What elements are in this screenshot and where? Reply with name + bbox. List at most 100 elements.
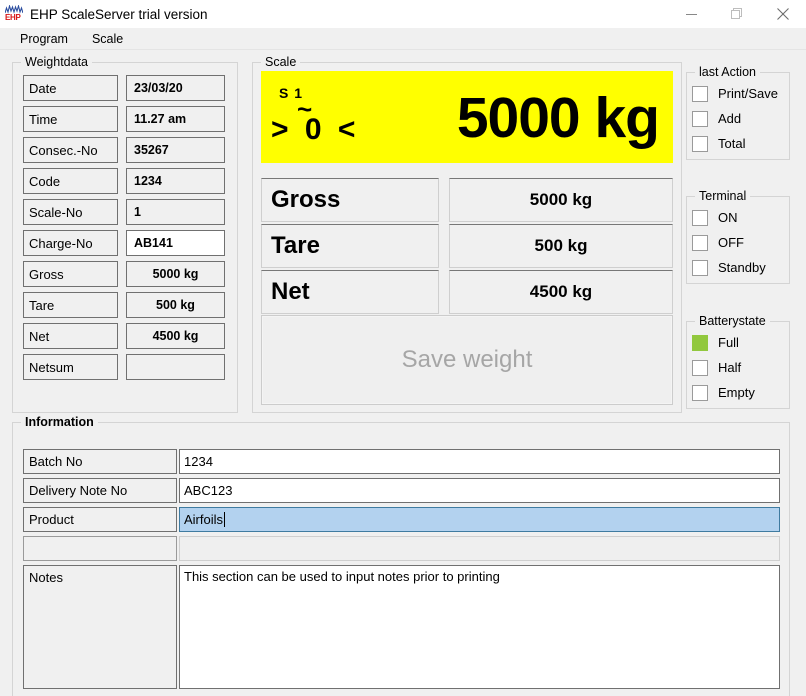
batterystate-legend: Batterystate bbox=[695, 314, 770, 328]
information-label-batch-no: Batch No bbox=[23, 449, 177, 474]
notes-textarea[interactable]: This section can be used to input notes … bbox=[179, 565, 780, 689]
weightdata-value-consec-no: 35267 bbox=[126, 137, 225, 163]
minimize-icon[interactable] bbox=[668, 0, 714, 28]
scale-legend: Scale bbox=[261, 55, 301, 69]
information-group: Information Batch No 1234 Delivery Note … bbox=[12, 415, 790, 696]
weightdata-value-code: 1234 bbox=[126, 168, 225, 194]
weightdata-row-date: Date 23/03/20 bbox=[13, 75, 237, 101]
maximize-icon[interactable] bbox=[714, 0, 760, 28]
weightdata-legend: Weightdata bbox=[21, 55, 93, 69]
scale-value-tare: 500 kg bbox=[449, 224, 673, 268]
ehp-logo-icon: EHP bbox=[5, 5, 23, 23]
weightdata-label-charge-no: Charge-No bbox=[23, 230, 118, 256]
title-bar: EHP EHP ScaleServer trial version bbox=[0, 0, 806, 28]
weightdata-value-date: 23/03/20 bbox=[126, 75, 225, 101]
batterystate-item-empty[interactable]: Empty bbox=[692, 381, 755, 404]
text-cursor bbox=[224, 512, 226, 527]
checkbox-icon bbox=[692, 359, 708, 376]
delivery-note-no-input[interactable]: ABC123 bbox=[179, 478, 780, 503]
batterystate-label-full: Full bbox=[718, 335, 739, 350]
close-icon[interactable] bbox=[760, 0, 806, 28]
batterystate-group: Batterystate Full Half Empty bbox=[686, 314, 790, 409]
weightdata-row-charge-no: Charge-No AB141 bbox=[13, 230, 237, 256]
scale-value-net: 4500 kg bbox=[449, 270, 673, 314]
scale-row-tare: Tare 500 kg bbox=[253, 224, 681, 268]
ehp-logo-text: EHP bbox=[5, 13, 21, 22]
information-legend: Information bbox=[21, 415, 98, 429]
last-action-label-add: Add bbox=[718, 111, 742, 126]
weightdata-value-scale-no: 1 bbox=[126, 199, 225, 225]
status-indicator-icon bbox=[692, 334, 708, 351]
last-action-legend: last Action bbox=[695, 65, 760, 79]
last-action-label-total: Total bbox=[718, 136, 746, 151]
weightdata-value-netsum bbox=[126, 354, 225, 380]
checkbox-icon[interactable] bbox=[692, 110, 708, 127]
scale-group: Scale S 1 ~ > 0 < 5000 kg Gross 5000 kg … bbox=[252, 55, 682, 413]
weightdata-label-gross: Gross bbox=[23, 261, 118, 287]
window-title: EHP ScaleServer trial version bbox=[30, 6, 208, 22]
save-weight-button[interactable]: Save weight bbox=[261, 315, 673, 405]
terminal-item-standby[interactable]: Standby bbox=[692, 256, 766, 279]
weightdata-row-tare: Tare 500 kg bbox=[13, 292, 237, 318]
weightdata-label-tare: Tare bbox=[23, 292, 118, 318]
terminal-legend: Terminal bbox=[695, 189, 751, 203]
menu-item-program[interactable]: Program bbox=[11, 30, 77, 48]
weightdata-value-tare: 500 kg bbox=[126, 292, 225, 318]
menu-bar: Program Scale bbox=[0, 28, 806, 50]
scale-label-tare: Tare bbox=[261, 224, 439, 268]
checkbox-icon[interactable] bbox=[692, 209, 708, 226]
weightdata-group: Weightdata Date 23/03/20 Time 11.27 am C… bbox=[12, 55, 238, 413]
last-action-item-add[interactable]: Add bbox=[692, 107, 741, 130]
weightdata-value-charge-no[interactable]: AB141 bbox=[126, 230, 225, 256]
product-input[interactable]: Airfoils bbox=[179, 507, 780, 532]
terminal-group: Terminal ON OFF Standby bbox=[686, 189, 790, 284]
weightdata-row-consec-no: Consec.-No 35267 bbox=[13, 137, 237, 163]
window-controls bbox=[668, 0, 806, 28]
batterystate-label-empty: Empty bbox=[718, 385, 755, 400]
weightdata-label-scale-no: Scale-No bbox=[23, 199, 118, 225]
weightdata-label-net: Net bbox=[23, 323, 118, 349]
checkbox-icon[interactable] bbox=[692, 135, 708, 152]
weightdata-label-time: Time bbox=[23, 106, 118, 132]
weightdata-row-netsum: Netsum bbox=[13, 354, 237, 380]
weightdata-row-gross: Gross 5000 kg bbox=[13, 261, 237, 287]
weightdata-row-code: Code 1234 bbox=[13, 168, 237, 194]
scale-zero-indicator: > 0 < bbox=[271, 113, 360, 146]
information-label-blank bbox=[23, 536, 177, 561]
checkbox-icon[interactable] bbox=[692, 234, 708, 251]
last-action-group: last Action Print/Save Add Total bbox=[686, 65, 790, 160]
weightdata-value-net: 4500 kg bbox=[126, 323, 225, 349]
scale-label-gross: Gross bbox=[261, 178, 439, 222]
scale-row-gross: Gross 5000 kg bbox=[253, 178, 681, 222]
product-input-value: Airfoils bbox=[184, 512, 224, 527]
menu-item-scale[interactable]: Scale bbox=[83, 30, 132, 48]
terminal-label-on: ON bbox=[718, 210, 738, 225]
checkbox-icon[interactable] bbox=[692, 85, 708, 102]
last-action-item-print-save[interactable]: Print/Save bbox=[692, 82, 778, 105]
scale-display-weight: 5000 kg bbox=[456, 86, 660, 150]
batterystate-item-half[interactable]: Half bbox=[692, 356, 741, 379]
batterystate-item-full[interactable]: Full bbox=[692, 331, 739, 354]
checkbox-icon bbox=[692, 384, 708, 401]
scale-label-net: Net bbox=[261, 270, 439, 314]
scale-value-gross: 5000 kg bbox=[449, 178, 673, 222]
weightdata-value-gross: 5000 kg bbox=[126, 261, 225, 287]
information-label-delivery-note-no: Delivery Note No bbox=[23, 478, 177, 503]
weightdata-row-time: Time 11.27 am bbox=[13, 106, 237, 132]
terminal-item-on[interactable]: ON bbox=[692, 206, 738, 229]
weightdata-label-date: Date bbox=[23, 75, 118, 101]
terminal-label-standby: Standby bbox=[718, 260, 766, 275]
terminal-item-off[interactable]: OFF bbox=[692, 231, 744, 254]
terminal-label-off: OFF bbox=[718, 235, 744, 250]
batterystate-label-half: Half bbox=[718, 360, 742, 375]
weightdata-row-scale-no: Scale-No 1 bbox=[13, 199, 237, 225]
information-label-notes: Notes bbox=[23, 565, 177, 689]
scale-row-net: Net 4500 kg bbox=[253, 270, 681, 314]
weightdata-row-net: Net 4500 kg bbox=[13, 323, 237, 349]
blank-input bbox=[179, 536, 780, 561]
last-action-item-total[interactable]: Total bbox=[692, 132, 745, 155]
batch-no-input[interactable]: 1234 bbox=[179, 449, 780, 474]
checkbox-icon[interactable] bbox=[692, 259, 708, 276]
weightdata-label-netsum: Netsum bbox=[23, 354, 118, 380]
information-label-product: Product bbox=[23, 507, 177, 532]
